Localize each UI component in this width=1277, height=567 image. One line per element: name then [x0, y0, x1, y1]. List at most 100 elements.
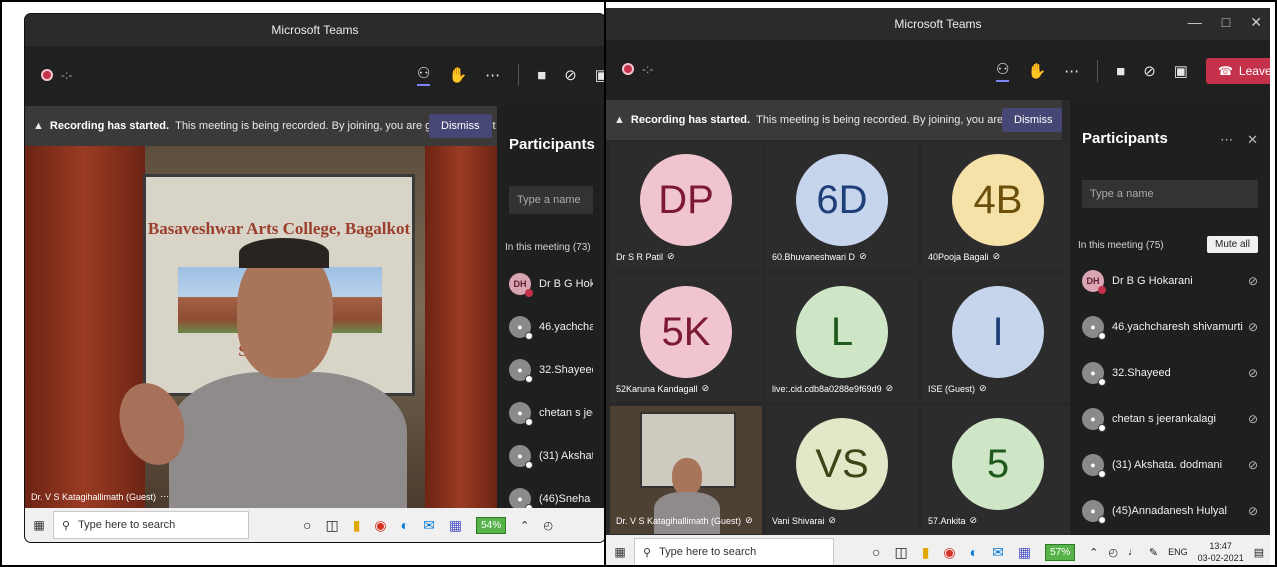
camera-icon[interactable]: ■ [537, 67, 546, 84]
dismiss-button[interactable]: Dismiss [429, 114, 492, 138]
participant-row[interactable]: ● (45)Annadanesh Hulyal ⊘ [1082, 488, 1258, 534]
leave-button[interactable]: ☎ Leave [1205, 58, 1270, 84]
participant-row[interactable]: DH Dr B G Hokarani ⊘ [1082, 258, 1258, 304]
battery-indicator: 57% [1045, 543, 1076, 561]
video-tile[interactable]: 5 57.Ankita ⊘ [922, 406, 1074, 534]
windows-start-icon[interactable]: ▦ [606, 545, 634, 559]
avatar: ● [509, 401, 533, 426]
video-tile[interactable]: 6D 60.Bhuvaneshwari D ⊘ [766, 142, 918, 270]
avatar: ● [509, 315, 533, 340]
video-tile[interactable]: I ISE (Guest) ⊘ [922, 274, 1074, 402]
raise-hand-icon[interactable]: ✋ [1027, 62, 1046, 80]
tile-name: live:.cid.cdb8a0288e9f69d9 [772, 383, 882, 394]
tile-name: 40Pooja Bagali [928, 251, 989, 262]
more-actions-icon[interactable]: ⋯ [485, 66, 500, 84]
mic-off-icon[interactable]: ⊘ [1248, 320, 1258, 334]
mic-off-icon[interactable]: ⊘ [1248, 366, 1258, 380]
more-actions-icon[interactable]: ⋯ [1064, 62, 1079, 80]
participant-row[interactable]: ● 32.Shayeed [509, 348, 593, 391]
chrome-icon[interactable]: ◉ [943, 544, 955, 561]
system-tray: ⌃ ◴ ♩ ✎ ENG 13:47 03-02-2021 ▤ [1089, 540, 1264, 564]
mic-off-icon[interactable]: ⊘ [1248, 274, 1258, 288]
mail-icon[interactable]: ✉ [423, 517, 435, 534]
windows-taskbar: ▦ ⚲ Type here to search ○ ◫ ▮ ◉ ◐ ✉ ▦ 57… [606, 535, 1270, 567]
mic-off-icon[interactable]: ⊘ [564, 66, 577, 84]
more-icon[interactable]: ⋯ [160, 491, 169, 502]
file-explorer-icon[interactable]: ▮ [922, 544, 930, 561]
file-explorer-icon[interactable]: ▮ [353, 517, 361, 534]
minimize-icon[interactable]: — [1188, 14, 1202, 31]
chevron-up-icon[interactable]: ⌃ [520, 519, 529, 532]
toolbar-divider [518, 64, 520, 86]
notification-icon[interactable]: ▤ [1254, 546, 1264, 559]
close-icon[interactable]: ✕ [1247, 132, 1258, 148]
video-tile[interactable]: 5K 52Karuna Kandagall ⊘ [610, 274, 762, 402]
chevron-up-icon[interactable]: ⌃ [1089, 546, 1098, 559]
banner-title: Recording has started. [630, 114, 751, 126]
task-view-icon[interactable]: ◫ [325, 517, 338, 534]
close-icon[interactable]: ✕ [1250, 14, 1262, 31]
tile-name-label: 52Karuna Kandagall ⊘ [616, 383, 709, 394]
participant-row[interactable]: ● chetan s jeerankalagi ⊘ [1082, 396, 1258, 442]
mic-off-icon: ⊘ [859, 251, 867, 261]
participant-avatar: 4B [952, 154, 1044, 246]
in-meeting-section[interactable]: In this meeting (73) [505, 242, 591, 253]
edge-icon[interactable]: ◐ [970, 544, 978, 560]
chrome-icon[interactable]: ◉ [374, 517, 386, 534]
participant-search-input[interactable]: Type a name [509, 186, 593, 214]
taskbar-search-input[interactable]: ⚲ Type here to search [634, 538, 834, 566]
participants-panel: Participants Type a name In this meeting… [497, 106, 605, 512]
video-tile[interactable]: Dr. V S Katagihallimath (Guest) ⊘ [610, 406, 762, 534]
more-icon[interactable]: ⋯ [1220, 132, 1233, 148]
language-indicator[interactable]: ENG [1168, 547, 1188, 557]
participant-row[interactable]: ● 32.Shayeed ⊘ [1082, 350, 1258, 396]
cortana-icon[interactable]: ○ [303, 517, 311, 533]
edge-icon[interactable]: ◐ [401, 517, 409, 533]
mic-off-icon[interactable]: ⊘ [1143, 62, 1156, 80]
task-view-icon[interactable]: ◫ [894, 544, 907, 561]
cortana-icon[interactable]: ○ [872, 544, 880, 560]
tile-name-label: ISE (Guest) ⊘ [928, 383, 987, 394]
taskbar-apps: ○ ◫ ▮ ◉ ◐ ✉ ▦ 54% [303, 516, 507, 534]
mic-off-icon[interactable]: ⊘ [1248, 412, 1258, 426]
mic-off-icon: ⊘ [969, 515, 978, 525]
participants-toggle-icon[interactable]: ⚇ [996, 60, 1010, 82]
maximize-icon[interactable]: □ [1222, 14, 1230, 31]
participant-name: (31) Akshata. dodmani [1112, 459, 1223, 471]
participant-row[interactable]: ● 46.yachcharesh shi [509, 305, 593, 348]
video-tile[interactable]: Llive:.cid.cdb8a0288e9f69d9 ⊘ [766, 274, 918, 402]
mic-off-icon[interactable]: ⊘ [1248, 458, 1258, 472]
network-icon[interactable]: ◴ [1108, 546, 1118, 559]
video-tile[interactable]: VS Vani Shivarai ⊘ [766, 406, 918, 534]
speaker-video: Basaveshwar Arts College, Bagalkot Speci… [25, 146, 497, 508]
network-icon[interactable]: ◴ [543, 519, 553, 532]
video-tile[interactable]: 4B 40Pooja Bagali ⊘ [922, 142, 1074, 270]
banner-title: Recording has started. [49, 120, 170, 132]
mute-all-button[interactable]: Mute all [1206, 236, 1258, 253]
windows-start-icon[interactable]: ▦ [25, 518, 53, 532]
taskbar-search-input[interactable]: ⚲ Type here to search [53, 511, 249, 539]
participants-toggle-icon[interactable]: ⚇ [417, 64, 431, 86]
pen-icon[interactable]: ✎ [1149, 546, 1158, 559]
participant-name: Dr B G Hokarani [1112, 275, 1193, 287]
participant-row[interactable]: ● (31) Akshata. dodmani ⊘ [1082, 442, 1258, 488]
warning-icon: ▲ [614, 114, 625, 126]
raise-hand-icon[interactable]: ✋ [448, 66, 467, 84]
dismiss-button[interactable]: Dismiss [1002, 108, 1062, 132]
participant-search-input[interactable]: Type a name [1082, 180, 1258, 208]
participant-row[interactable]: ● (31) Akshata. dodm [509, 434, 593, 477]
mic-off-icon[interactable]: ⊘ [1248, 504, 1258, 518]
video-tile[interactable]: DP Dr S R Patil ⊘ [610, 142, 762, 270]
mail-icon[interactable]: ✉ [992, 544, 1004, 561]
participant-row[interactable]: ● 46.yachcharesh shivamurti ⊘ [1082, 304, 1258, 350]
share-tray-icon[interactable]: ▣ [1174, 62, 1188, 80]
participant-row[interactable]: ● chetan s jeerankali [509, 391, 593, 434]
teams-icon[interactable]: ▦ [1018, 544, 1031, 561]
camera-icon[interactable]: ■ [1116, 63, 1125, 80]
in-meeting-section[interactable]: In this meeting (75) [1078, 240, 1164, 251]
volume-icon[interactable]: ♩ [1128, 546, 1139, 558]
system-clock[interactable]: 13:47 03-02-2021 [1198, 540, 1244, 564]
participant-row[interactable]: DH Dr B G Hokarani [509, 262, 593, 305]
participant-name: (31) Akshata. dodm [539, 449, 593, 462]
teams-icon[interactable]: ▦ [449, 517, 462, 534]
